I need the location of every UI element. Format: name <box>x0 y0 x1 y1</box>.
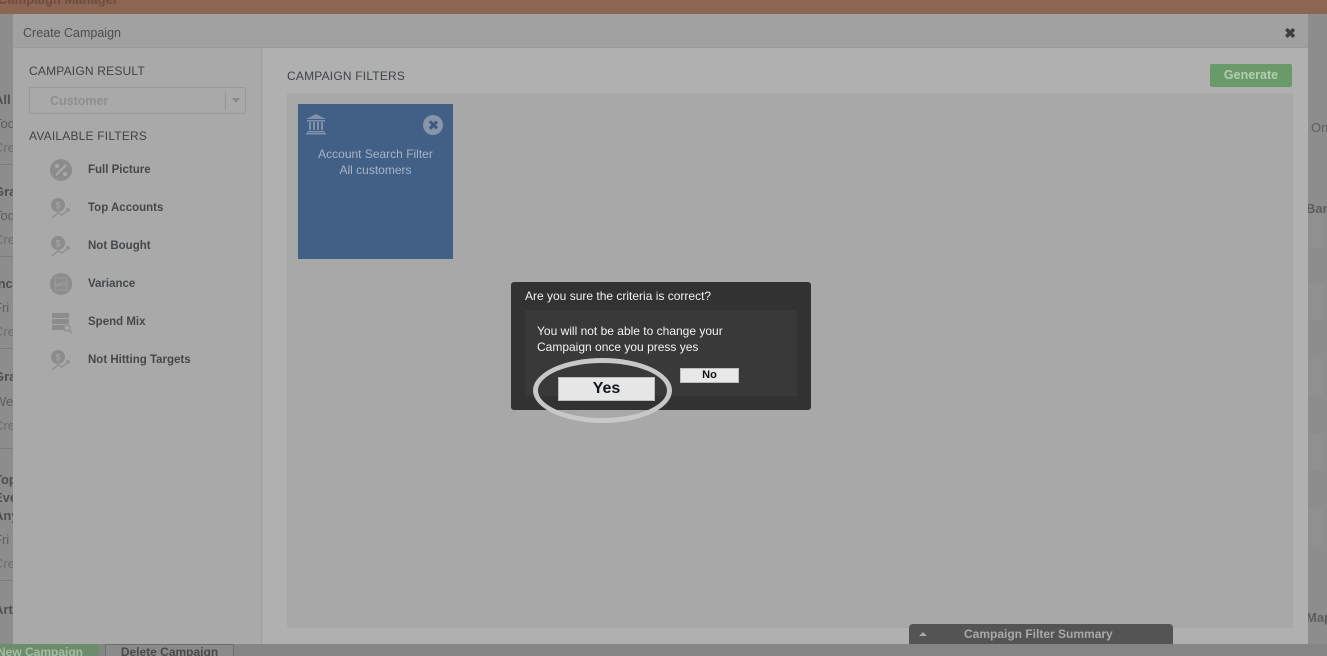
background-text: All p <box>0 92 14 107</box>
background-text: Fri C <box>0 532 14 547</box>
dialog-title: Are you sure the criteria is correct? <box>525 289 712 303</box>
background-cell <box>1308 284 1323 320</box>
delete-campaign-button[interactable]: Delete Campaign <box>105 644 234 656</box>
filter-item-not-hitting-targets[interactable]: $ Not Hitting Targets <box>49 348 249 374</box>
close-icon[interactable]: ✖ <box>1284 26 1296 40</box>
area-chart-circle-icon <box>50 273 72 295</box>
filter-label: Top Accounts <box>88 202 164 214</box>
background-text: Toda <box>0 116 14 131</box>
chevron-down-icon <box>232 98 240 103</box>
filter-item-variance[interactable]: Variance <box>49 272 249 298</box>
background-text: Map <box>1308 610 1327 625</box>
background-text: Ever <box>0 490 14 505</box>
dialog-body: You will not be able to change your Camp… <box>525 310 797 401</box>
filter-card-name: Account Search Filter <box>318 147 433 161</box>
svg-text:$: $ <box>55 201 60 211</box>
filter-label: Variance <box>88 278 136 290</box>
background-text: Crea <box>0 140 14 155</box>
svg-text:$: $ <box>55 353 60 363</box>
select-divider <box>225 91 226 110</box>
background-divider <box>0 580 14 581</box>
background-text: Crea <box>0 232 14 247</box>
background-cell <box>1308 212 1323 248</box>
background-text: Banc <box>1308 201 1327 216</box>
filter-item-spend-mix[interactable]: Spend Mix <box>49 310 249 336</box>
background-text: Wed <box>0 394 14 409</box>
modal-header: Create Campaign ✖ <box>13 14 1308 48</box>
background-text: Gra <box>0 369 14 384</box>
background-divider <box>0 348 14 349</box>
bank-icon <box>306 114 326 135</box>
yes-button[interactable]: Yes <box>558 377 655 401</box>
filter-item-top-accounts[interactable]: $ Top Accounts <box>49 196 249 222</box>
chevron-up-icon <box>919 632 927 636</box>
percent-circle-icon <box>50 159 72 181</box>
app-title: Campaign Manager <box>0 0 118 7</box>
dollar-trend-icon: $ <box>51 236 70 257</box>
background-text: On <box>1311 120 1327 135</box>
filter-label: Full Picture <box>88 164 151 176</box>
background-campaign-list: All p Toda Crea Gra Toda Crea Inc Fri J Crea Gra W… <box>0 14 14 644</box>
background-text: Crea <box>0 418 14 433</box>
select-value: Customer <box>50 94 109 108</box>
filter-item-full-picture[interactable]: Full Picture <box>49 158 249 184</box>
background-divider <box>0 164 14 165</box>
no-button[interactable]: No <box>680 368 739 383</box>
background-text: Crea <box>0 556 14 571</box>
app-top-bar: Campaign Manager <box>0 0 1327 14</box>
background-text: Toda <box>0 208 14 223</box>
modal-title: Create Campaign <box>23 26 121 40</box>
background-text: Art <box>0 602 13 617</box>
filter-card-detail: All customers <box>339 163 412 177</box>
dollar-trend-icon: $ <box>51 350 70 371</box>
confirm-dialog: Are you sure the criteria is correct? Yo… <box>511 282 811 410</box>
background-text: Crea <box>0 324 14 339</box>
background-action-bar: New Campaign Delete Campaign <box>0 644 1327 656</box>
dialog-message: You will not be able to change your Camp… <box>537 324 723 354</box>
filter-card-account-search[interactable]: Account Search Filter All customers <box>298 104 453 259</box>
background-text: Gra <box>0 184 14 199</box>
background-text: Anyo <box>0 508 14 523</box>
background-divider <box>0 448 14 449</box>
campaign-filter-summary-tab[interactable]: Campaign Filter Summary <box>909 624 1173 644</box>
campaign-result-label: CAMPAIGN RESULT <box>29 64 145 78</box>
filters-sidebar: CAMPAIGN RESULT Customer AVAILABLE FILTE… <box>13 48 262 644</box>
new-campaign-button[interactable]: New Campaign <box>0 644 99 656</box>
dollar-trend-icon: $ <box>51 198 70 219</box>
filter-label: Not Bought <box>88 240 151 252</box>
filter-item-not-bought[interactable]: $ Not Bought <box>49 234 249 260</box>
background-cell <box>1308 509 1323 545</box>
background-divider <box>0 256 14 257</box>
svg-text:$: $ <box>55 239 60 249</box>
background-text: Inc <box>0 276 13 291</box>
filter-label: Not Hitting Targets <box>88 354 191 366</box>
background-cell <box>1308 359 1323 395</box>
background-right-panel: On Banc Map <box>1308 14 1327 644</box>
available-filters-label: AVAILABLE FILTERS <box>29 129 148 143</box>
background-text: Fri J <box>0 300 14 315</box>
filter-label: Spend Mix <box>88 316 146 328</box>
campaign-result-select[interactable]: Customer <box>29 87 246 114</box>
table-search-icon <box>52 313 73 334</box>
summary-tab-label: Campaign Filter Summary <box>964 627 1113 641</box>
campaign-filters-title: CAMPAIGN FILTERS <box>287 69 406 83</box>
background-cell <box>1308 434 1323 470</box>
background-text: Top <box>0 472 14 487</box>
generate-button[interactable]: Generate <box>1210 64 1292 87</box>
remove-filter-icon[interactable] <box>423 115 443 135</box>
